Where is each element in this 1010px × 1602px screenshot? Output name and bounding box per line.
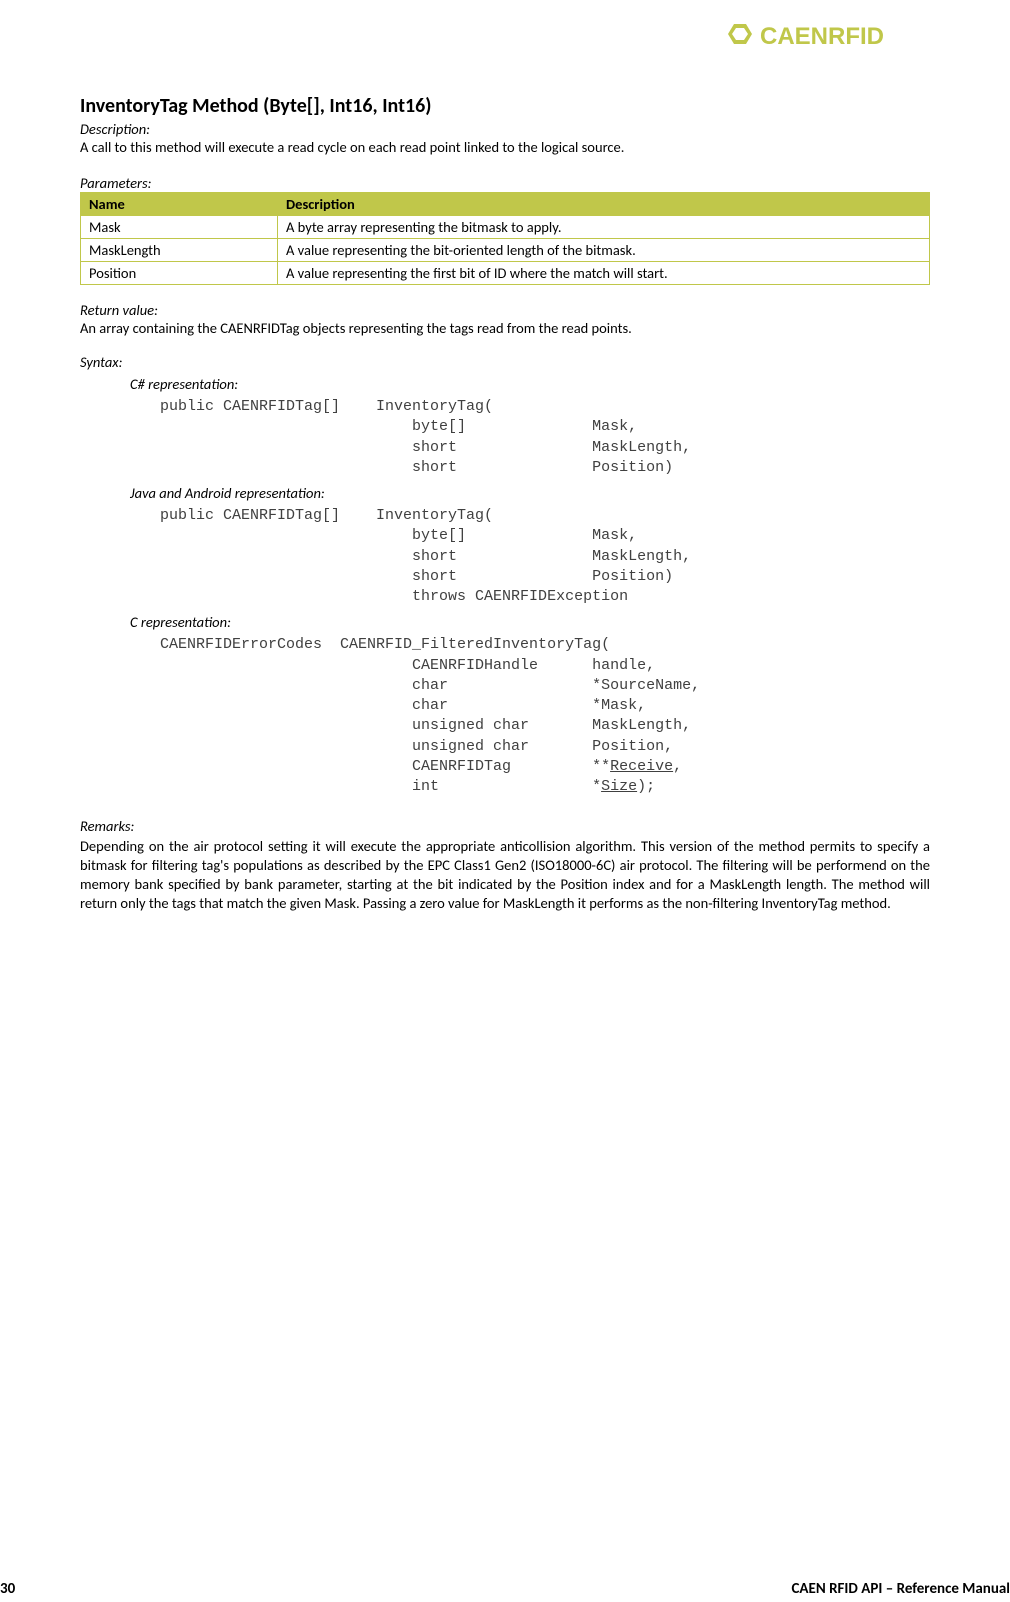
remarks-text: Depending on the air protocol setting it…	[80, 837, 930, 912]
syntax-label: Syntax:	[80, 353, 930, 371]
csharp-label: C# representation:	[130, 375, 930, 393]
method-heading: InventoryTag Method (Byte[], Int16, Int1…	[80, 94, 930, 118]
c-label: C representation:	[130, 613, 930, 631]
java-code: public CAENRFIDTag[] InventoryTag( byte[…	[160, 506, 930, 607]
param-name: Position	[81, 262, 278, 285]
th-name: Name	[81, 193, 278, 216]
brand-logo: CAENRFID	[80, 20, 930, 64]
description-text: A call to this method will execute a rea…	[80, 138, 930, 156]
csharp-code: public CAENRFIDTag[] InventoryTag( byte[…	[160, 397, 930, 478]
parameters-label: Parameters:	[80, 174, 930, 192]
table-row: Position A value representing the first …	[81, 262, 930, 285]
param-name: MaskLength	[81, 239, 278, 262]
svg-text:CAENRFID: CAENRFID	[760, 23, 884, 50]
return-text: An array containing the CAENRFIDTag obje…	[80, 319, 930, 337]
page-number: 30	[0, 1580, 15, 1598]
table-row: Mask A byte array representing the bitma…	[81, 216, 930, 239]
th-desc: Description	[278, 193, 930, 216]
param-desc: A value representing the bit-oriented le…	[278, 239, 930, 262]
param-name: Mask	[81, 216, 278, 239]
return-label: Return value:	[80, 301, 930, 319]
java-label: Java and Android representation:	[130, 484, 930, 502]
footer-title: CAEN RFID API – Reference Manual	[791, 1580, 1010, 1598]
table-row: MaskLength A value representing the bit-…	[81, 239, 930, 262]
c-code: CAENRFIDErrorCodes CAENRFID_FilteredInve…	[160, 635, 930, 797]
param-desc: A byte array representing the bitmask to…	[278, 216, 930, 239]
param-desc: A value representing the first bit of ID…	[278, 262, 930, 285]
description-label: Description:	[80, 120, 930, 138]
parameters-table: Name Description Mask A byte array repre…	[80, 192, 930, 285]
remarks-label: Remarks:	[80, 817, 930, 835]
